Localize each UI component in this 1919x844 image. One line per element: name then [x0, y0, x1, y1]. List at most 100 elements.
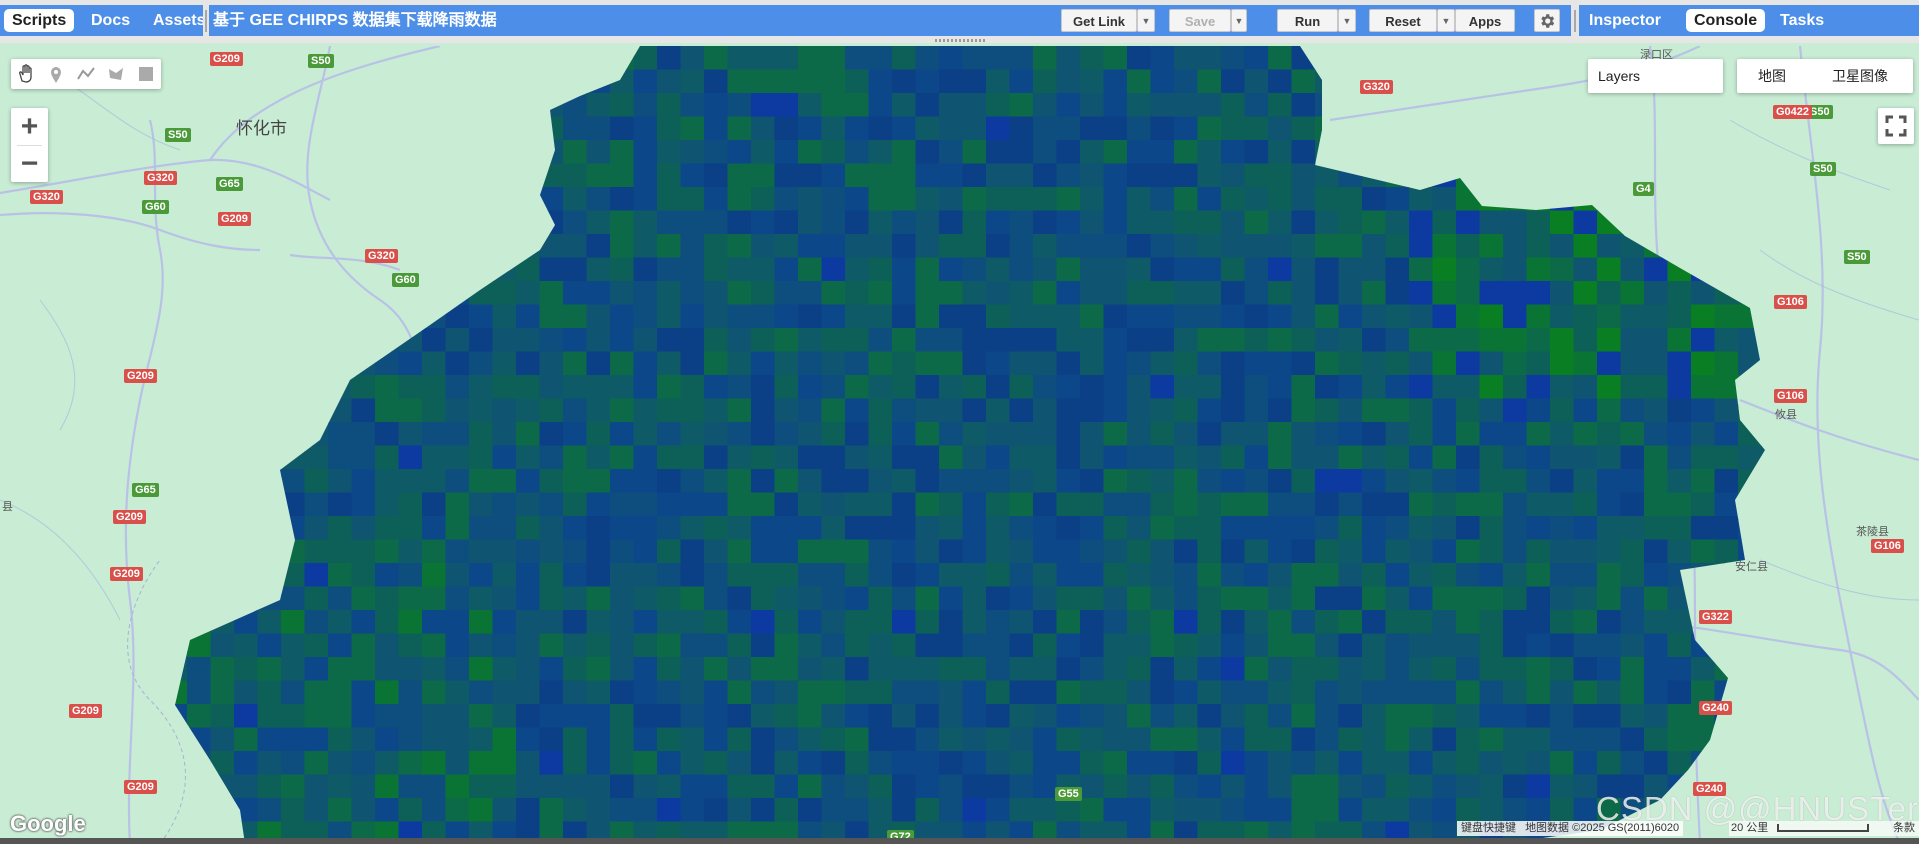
tab-scripts[interactable]: Scripts — [4, 9, 75, 32]
tab-inspector[interactable]: Inspector — [1581, 9, 1669, 32]
map-data-credit[interactable]: 地图数据 ©2025 GS(2011)6020 — [1525, 822, 1679, 834]
raster-pixel — [821, 93, 846, 118]
rectangle-icon[interactable] — [131, 59, 161, 89]
raster-pixel — [398, 445, 423, 470]
fullscreen-button[interactable] — [1878, 108, 1914, 144]
raster-pixel — [1268, 727, 1293, 752]
raster-pixel — [445, 563, 470, 588]
map-type-map[interactable]: 地图 — [1737, 59, 1807, 93]
raster-pixel — [257, 727, 282, 752]
raster-pixel — [586, 633, 611, 658]
raster-pixel — [257, 234, 282, 259]
raster-pixel — [1174, 281, 1199, 306]
left-splitter-handle[interactable] — [205, 10, 207, 32]
settings-gear-icon[interactable] — [1534, 9, 1560, 32]
raster-pixel — [845, 704, 870, 729]
raster-pixel — [539, 210, 564, 235]
raster-pixel — [1291, 375, 1316, 400]
raster-pixel — [1573, 657, 1598, 682]
raster-pixel — [328, 680, 353, 705]
get-link-dropdown-icon[interactable]: ▼ — [1137, 9, 1155, 32]
raster-pixel — [962, 116, 987, 141]
scale-bar[interactable]: 20 公里 条款 — [1729, 821, 1919, 836]
run-dropdown-icon[interactable]: ▼ — [1338, 9, 1356, 32]
raster-pixel — [1644, 563, 1669, 588]
raster-pixel — [610, 751, 635, 776]
map-type-satellite[interactable]: 卫星图像 — [1807, 59, 1913, 93]
apps-button[interactable]: Apps — [1455, 9, 1515, 32]
raster-pixel — [1127, 234, 1152, 259]
reset-button[interactable]: Reset — [1369, 9, 1437, 32]
raster-pixel — [586, 539, 611, 564]
script-title[interactable]: 基于 GEE CHIRPS 数据集下载降雨数据 — [213, 5, 497, 36]
right-splitter-handle[interactable] — [1574, 10, 1576, 32]
tab-console[interactable]: Console — [1686, 9, 1766, 32]
terms-link[interactable]: 条款 — [1893, 821, 1915, 836]
zoom-out-button[interactable]: − — [11, 145, 48, 182]
raster-pixel — [1197, 69, 1222, 94]
pan-hand-icon[interactable] — [11, 59, 41, 89]
raster-pixel — [1268, 492, 1293, 517]
raster-pixel — [821, 304, 846, 329]
raster-pixel — [868, 610, 893, 635]
point-marker-icon[interactable] — [41, 59, 71, 89]
reset-dropdown-icon[interactable]: ▼ — [1437, 9, 1455, 32]
raster-pixel — [1080, 234, 1105, 259]
raster-pixel — [633, 163, 658, 188]
raster-pixel — [492, 69, 517, 94]
vertical-splitter-handle[interactable] — [935, 39, 985, 42]
raster-pixel — [1197, 375, 1222, 400]
raster-pixel — [1127, 539, 1152, 564]
keyboard-shortcuts-link[interactable]: 键盘快捷键 — [1461, 822, 1516, 834]
raster-pixel — [539, 633, 564, 658]
raster-pixel — [375, 657, 400, 682]
raster-pixel — [586, 46, 611, 71]
raster-pixel — [1620, 563, 1645, 588]
raster-pixel — [1479, 328, 1504, 353]
get-link-button[interactable]: Get Link — [1061, 9, 1137, 32]
raster-pixel — [1127, 610, 1152, 635]
rainfall-raster-layer — [140, 46, 1765, 844]
raster-pixel — [563, 375, 588, 400]
raster-pixel — [1080, 492, 1105, 517]
raster-pixel — [539, 422, 564, 447]
raster-pixel — [986, 46, 1011, 71]
raster-pixel — [821, 469, 846, 494]
raster-pixel — [1080, 774, 1105, 799]
raster-pixel — [1174, 539, 1199, 564]
zoom-in-button[interactable]: + — [11, 108, 48, 145]
raster-pixel — [1573, 163, 1598, 188]
raster-pixel — [563, 93, 588, 118]
raster-pixel — [1103, 516, 1128, 541]
raster-pixel — [915, 633, 940, 658]
raster-pixel — [1432, 657, 1457, 682]
raster-pixel — [1009, 704, 1034, 729]
raster-pixel — [516, 281, 541, 306]
polygon-icon[interactable] — [101, 59, 131, 89]
raster-pixel — [1338, 69, 1363, 94]
line-icon[interactable] — [71, 59, 101, 89]
save-button[interactable]: Save — [1169, 9, 1231, 32]
raster-pixel — [351, 516, 376, 541]
save-dropdown-icon[interactable]: ▼ — [1231, 9, 1247, 32]
raster-pixel — [1033, 798, 1058, 823]
tab-tasks[interactable]: Tasks — [1772, 9, 1832, 32]
raster-pixel — [1315, 304, 1340, 329]
tab-docs[interactable]: Docs — [83, 9, 138, 32]
run-button[interactable]: Run — [1277, 9, 1338, 32]
raster-pixel — [1033, 210, 1058, 235]
raster-pixel — [657, 727, 682, 752]
raster-pixel — [986, 163, 1011, 188]
raster-pixel — [1197, 351, 1222, 376]
raster-pixel — [1197, 704, 1222, 729]
raster-pixel — [1620, 304, 1645, 329]
map-canvas[interactable]: + − Layers 地图 卫星图像 怀化市 攸县 安仁县 茶陵县 渌口区 县 … — [0, 46, 1919, 844]
tab-assets[interactable]: Assets — [145, 9, 203, 32]
raster-pixel — [1385, 704, 1410, 729]
raster-pixel — [751, 351, 776, 376]
raster-pixel — [1244, 445, 1269, 470]
layers-button[interactable]: Layers — [1588, 59, 1723, 93]
raster-pixel — [469, 727, 494, 752]
raster-pixel — [1691, 93, 1716, 118]
raster-pixel — [140, 422, 164, 446]
